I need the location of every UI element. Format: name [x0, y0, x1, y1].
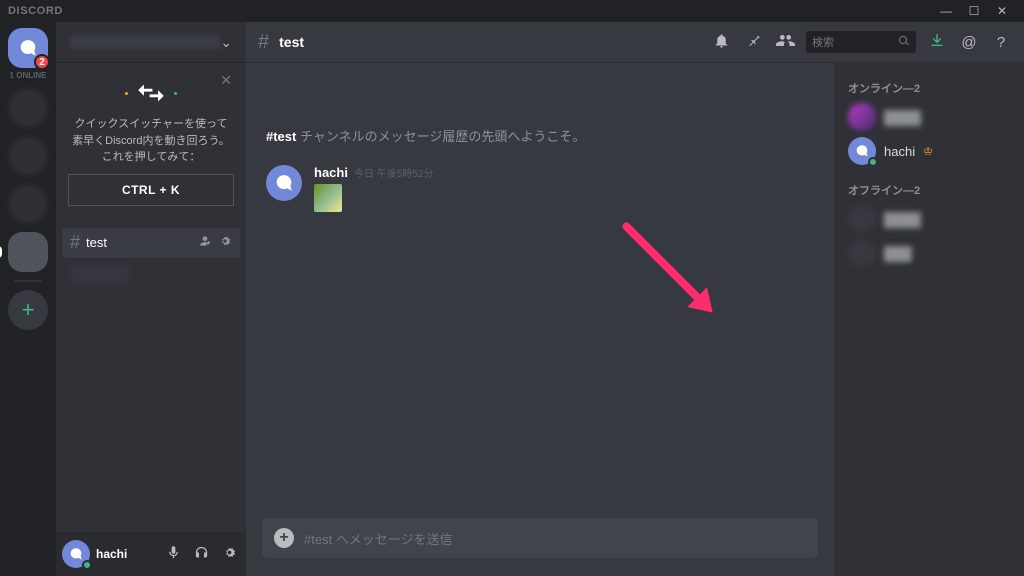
- channel-list: # test: [56, 220, 246, 533]
- search-icon: [898, 35, 910, 50]
- channel-name: test: [86, 235, 107, 250]
- close-icon[interactable]: ✕: [220, 72, 232, 89]
- pin-icon[interactable]: [742, 32, 764, 53]
- member-item[interactable]: ███: [842, 236, 1016, 270]
- quick-switcher-card: ✕ クイックスイッチャーを使って 素早くDiscord内を動き回ろう。 これを押…: [64, 70, 238, 212]
- server-header[interactable]: ⌄: [56, 22, 246, 62]
- member-name: ████: [884, 212, 921, 227]
- quick-switcher-text: クイックスイッチャーを使って 素早くDiscord内を動き回ろう。 これを押して…: [64, 112, 238, 174]
- guild-item[interactable]: [8, 184, 48, 224]
- bell-icon[interactable]: [710, 32, 732, 53]
- quick-switcher-button[interactable]: CTRL + K: [68, 174, 234, 206]
- maximize-button[interactable]: ☐: [960, 0, 988, 22]
- message-author[interactable]: hachi: [314, 165, 348, 180]
- presence-online-icon: [868, 157, 878, 167]
- message-area: #test チャンネルのメッセージ履歴の先頭へようこそ。 hachi 今日 午後…: [246, 62, 834, 576]
- mic-icon[interactable]: [162, 545, 184, 563]
- composer-placeholder: #test へメッセージを送信: [304, 529, 453, 548]
- minimize-button[interactable]: —: [932, 0, 960, 22]
- rail-separator: [14, 280, 42, 282]
- member-list: オンライン—2 ████ hachi ♔ オフライン—2 ████: [834, 62, 1024, 576]
- app-logo: DISCORD: [8, 5, 63, 17]
- message[interactable]: hachi 今日 午後5時52分: [262, 163, 818, 214]
- avatar: [848, 103, 876, 131]
- avatar: [848, 205, 876, 233]
- presence-online-icon: [82, 560, 92, 570]
- members-icon[interactable]: [774, 31, 796, 54]
- headphones-icon[interactable]: [190, 545, 212, 563]
- home-button[interactable]: 2: [8, 28, 48, 68]
- member-name: hachi: [884, 144, 915, 159]
- search-placeholder: 検索: [812, 34, 894, 50]
- download-icon[interactable]: [926, 32, 948, 53]
- member-group-online: オンライン—2: [842, 76, 1016, 100]
- titlebar: DISCORD — ☐ ✕: [0, 0, 1024, 22]
- main-content: # test 検索 @ ?: [246, 22, 1024, 576]
- add-server-button[interactable]: +: [8, 290, 48, 330]
- guild-item[interactable]: [8, 136, 48, 176]
- help-icon[interactable]: ?: [990, 34, 1012, 51]
- invite-icon[interactable]: [198, 234, 212, 251]
- channel-item[interactable]: [70, 264, 130, 284]
- message-composer[interactable]: + #test へメッセージを送信: [262, 518, 818, 558]
- channel-sidebar: ⌄ ✕ クイックスイッチャーを使って 素早くDiscord内を動き回ろう。 これ…: [56, 22, 246, 576]
- quick-switcher-art: [64, 70, 238, 112]
- avatar: [848, 239, 876, 267]
- attach-button[interactable]: +: [274, 528, 294, 548]
- member-name: ███: [884, 246, 912, 261]
- close-window-button[interactable]: ✕: [988, 0, 1016, 22]
- guild-rail: 2 1 ONLINE +: [0, 22, 56, 576]
- member-item[interactable]: ████: [842, 100, 1016, 134]
- gear-icon[interactable]: [218, 234, 232, 251]
- avatar[interactable]: [62, 540, 90, 568]
- annotation-arrow: [621, 221, 712, 312]
- member-item[interactable]: hachi ♔: [842, 134, 1016, 168]
- channel-topbar: # test 検索 @ ?: [246, 22, 1024, 62]
- online-count-label: 1 ONLINE: [10, 72, 47, 80]
- channel-item-test[interactable]: # test: [62, 228, 240, 258]
- avatar: [848, 137, 876, 165]
- channel-title: test: [279, 34, 304, 50]
- hash-icon: #: [70, 232, 80, 253]
- guild-item[interactable]: [8, 88, 48, 128]
- chevron-down-icon: ⌄: [220, 34, 232, 51]
- mention-badge: 2: [34, 54, 50, 70]
- mentions-icon[interactable]: @: [958, 34, 980, 51]
- message-timestamp: 今日 午後5時52分: [354, 165, 433, 180]
- member-group-offline: オフライン—2: [842, 178, 1016, 202]
- hash-icon: #: [258, 31, 269, 54]
- gear-icon[interactable]: [218, 545, 240, 563]
- avatar[interactable]: [266, 165, 302, 201]
- channel-welcome: #test チャンネルのメッセージ履歴の先頭へようこそ。: [266, 126, 818, 145]
- user-panel: hachi: [56, 532, 246, 576]
- search-input[interactable]: 検索: [806, 31, 916, 53]
- member-name: ████: [884, 110, 921, 125]
- guild-item-selected[interactable]: [8, 232, 48, 272]
- server-name: [70, 35, 220, 49]
- member-item[interactable]: ████: [842, 202, 1016, 236]
- message-attachment[interactable]: [314, 184, 342, 212]
- crown-icon: ♔: [923, 145, 933, 158]
- current-user-name: hachi: [96, 547, 156, 561]
